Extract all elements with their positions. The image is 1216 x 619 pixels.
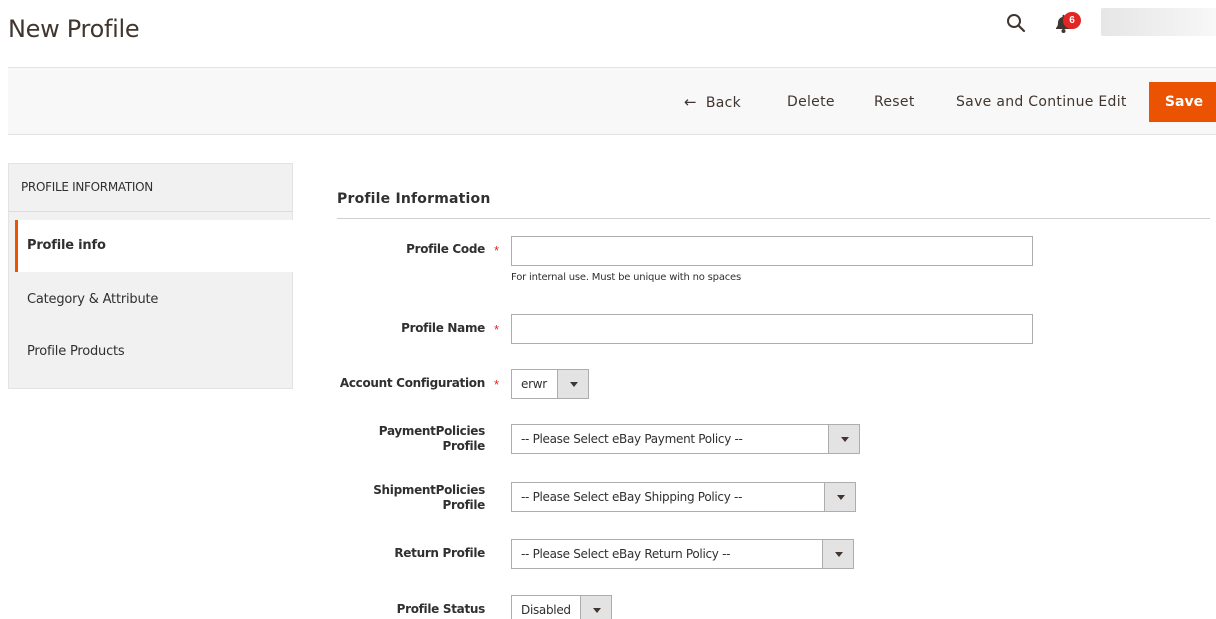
required-marker: * (494, 322, 500, 337)
payment-policies-label: PaymentPolicies Profile (360, 424, 486, 454)
back-button[interactable]: ← Back (684, 68, 741, 136)
section-title: Profile Information (337, 191, 491, 207)
sidebar-item-category-attribute[interactable]: Category & Attribute (15, 274, 293, 326)
chevron-down-icon (828, 425, 859, 453)
payment-policies-label-line1: PaymentPolicies (378, 424, 486, 438)
account-configuration-label: Account Configuration (339, 376, 485, 390)
required-marker: * (494, 377, 500, 392)
reset-button[interactable]: Reset (874, 68, 915, 136)
return-profile-label: Return Profile (394, 546, 485, 560)
shipment-policies-value: -- Please Select eBay Shipping Policy -- (521, 490, 743, 504)
user-account-menu[interactable] (1101, 8, 1216, 36)
save-button[interactable]: Save (1149, 82, 1216, 122)
profile-code-input[interactable] (511, 236, 1033, 266)
notification-badge: 6 (1063, 12, 1081, 29)
return-profile-select[interactable]: -- Please Select eBay Return Policy -- (511, 539, 854, 569)
payment-policies-select[interactable]: -- Please Select eBay Payment Policy -- (511, 424, 860, 454)
sidebar-item-profile-products[interactable]: Profile Products (15, 326, 293, 378)
sidebar-item-profile-info[interactable]: Profile info (15, 220, 293, 272)
search-icon[interactable] (1005, 12, 1027, 34)
shipment-policies-label-line1: ShipmentPolicies (373, 483, 485, 497)
chevron-down-icon (557, 370, 588, 398)
delete-button[interactable]: Delete (787, 68, 835, 136)
profile-status-value: Disabled (521, 603, 571, 617)
page-actions-toolbar: ← Back Delete Reset Save and Continue Edi… (8, 67, 1216, 135)
profile-status-select[interactable]: Disabled (511, 595, 612, 619)
back-button-label: Back (705, 95, 742, 111)
payment-policies-value: -- Please Select eBay Payment Policy -- (521, 432, 743, 446)
sidebar: PROFILE INFORMATION Profile info Categor… (8, 163, 293, 389)
account-configuration-select[interactable]: erwr (511, 369, 589, 399)
save-and-continue-button[interactable]: Save and Continue Edit (956, 68, 1127, 136)
chevron-down-icon (824, 483, 855, 511)
profile-code-note: For internal use. Must be unique with no… (511, 272, 742, 283)
chevron-down-icon (580, 596, 611, 619)
profile-name-label: Profile Name (401, 321, 485, 335)
shipment-policies-select[interactable]: -- Please Select eBay Shipping Policy -- (511, 482, 856, 512)
payment-policies-label-line2: Profile (442, 439, 486, 453)
page-title: New Profile (8, 15, 140, 43)
shipment-policies-label-line2: Profile (442, 498, 486, 512)
profile-name-input[interactable] (511, 314, 1033, 344)
arrow-left-icon: ← (684, 93, 697, 111)
profile-status-label: Profile Status (396, 602, 486, 616)
required-marker: * (494, 243, 500, 258)
section-divider (337, 218, 1210, 219)
return-profile-value: -- Please Select eBay Return Policy -- (521, 547, 731, 561)
sidebar-title: PROFILE INFORMATION (9, 164, 292, 212)
shipment-policies-label: ShipmentPolicies Profile (360, 483, 485, 513)
profile-code-label: Profile Code (406, 242, 485, 256)
account-configuration-value: erwr (521, 377, 547, 391)
chevron-down-icon (822, 540, 853, 568)
